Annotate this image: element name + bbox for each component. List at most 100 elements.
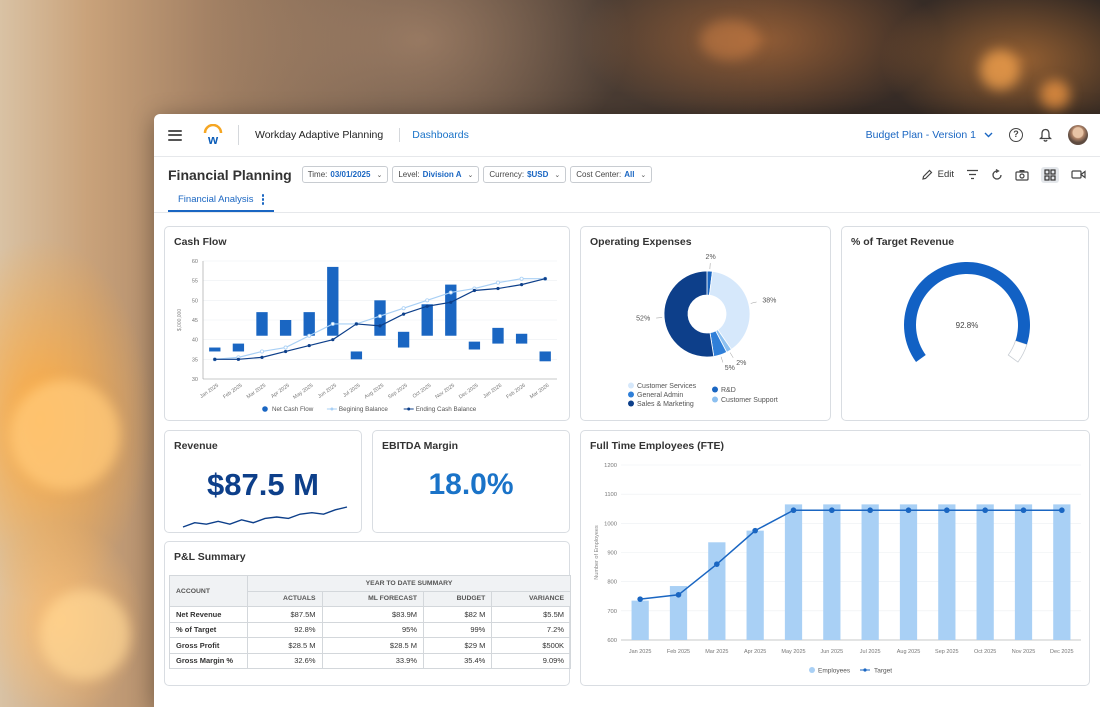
bar-net-cash-flow <box>279 320 292 336</box>
camera-icon[interactable] <box>1015 169 1029 181</box>
filter-icon[interactable] <box>966 169 979 180</box>
point-ending-cash-balance <box>402 312 406 316</box>
bar-employees <box>631 600 649 640</box>
filter-cost-center[interactable]: Cost Center: All ⌄ <box>570 166 653 183</box>
table-row[interactable]: Gross Profit $28.5 M $28.5 M $29 M $500K <box>169 637 571 654</box>
bell-icon[interactable] <box>1039 128 1052 142</box>
chevron-down-icon: ⌄ <box>467 171 474 179</box>
gauge-value-label: 92.8% <box>956 321 979 330</box>
legend-label: Employees <box>818 668 851 675</box>
menu-icon[interactable] <box>168 129 182 141</box>
bar-net-cash-flow <box>539 351 551 362</box>
slice-label: 2% <box>736 360 746 367</box>
legend-label: Customer Services <box>637 383 697 390</box>
account-cell: Net Revenue <box>169 606 248 623</box>
point-begining-balance <box>283 345 288 350</box>
point-ending-cash-balance <box>307 343 311 348</box>
pencil-icon <box>921 169 932 180</box>
legend-label: Begining Balance <box>339 406 389 413</box>
legend-marker <box>628 391 634 398</box>
grid-view-button[interactable] <box>1041 166 1059 183</box>
app-window: w Workday Adaptive Planning Dashboards B… <box>154 114 1100 707</box>
filter-value: Division A <box>422 170 462 179</box>
value-cell: $500K <box>491 637 571 654</box>
point-ending-cash-balance <box>496 286 500 291</box>
filter-level[interactable]: Level: Division A ⌄ <box>392 166 480 183</box>
group-header: YEAR TO DATE SUMMARY <box>247 575 571 592</box>
cash-flow-chart: 30354045505560$,000,000Jan 2025 Feb 2025 M… <box>177 259 557 413</box>
value-cell: $82 M <box>423 606 493 623</box>
point-ending-cash-balance <box>378 324 382 328</box>
point-begining-balance <box>448 290 453 295</box>
y-tick-label: 1100 <box>605 492 617 498</box>
dashboards-link[interactable]: Dashboards <box>412 129 469 141</box>
point-target <box>1020 507 1027 514</box>
tab-bar: Financial Analysis <box>154 187 1100 213</box>
y-tick-label: 40 <box>192 338 198 344</box>
bar-net-cash-flow <box>397 331 410 348</box>
x-tick-label: May 2025 <box>781 649 805 655</box>
refresh-icon[interactable] <box>991 168 1003 181</box>
tab-financial-analysis[interactable]: Financial Analysis <box>168 194 275 212</box>
value-cell: 95% <box>321 621 425 638</box>
column-header: VARIANCE <box>491 590 571 607</box>
filter-currency[interactable]: Currency: $USD ⌄ <box>483 166 567 183</box>
value-cell: $29 M <box>423 637 493 654</box>
workday-logo[interactable]: w <box>202 124 224 146</box>
gauge-track <box>1007 340 1028 363</box>
filter-value: 03/01/2025 <box>330 170 371 179</box>
point-ending-cash-balance <box>425 304 429 308</box>
point-begining-balance <box>260 349 265 354</box>
plan-label: Budget Plan - Version 1 <box>865 129 976 141</box>
video-icon[interactable] <box>1071 169 1086 180</box>
y-tick-label: 50 <box>192 298 198 304</box>
y-tick-label: 60 <box>192 259 198 265</box>
y-tick-label: 1200 <box>604 463 617 469</box>
revenue-card: Revenue $87.5 M <box>164 430 362 533</box>
help-icon[interactable]: ? <box>1009 128 1023 142</box>
slice-label: 52% <box>636 316 650 323</box>
svg-text:w: w <box>207 132 219 146</box>
slice <box>663 270 715 358</box>
edit-button[interactable]: Edit <box>921 169 954 181</box>
filter-label: Cost Center: <box>576 170 622 179</box>
bar-employees <box>784 504 803 640</box>
table-row[interactable]: Gross Margin % 32.6% 33.9% 35.4% 9.09% <box>169 652 571 669</box>
kebab-menu-icon[interactable] <box>261 194 265 205</box>
table-row[interactable]: % of Target 92.8% 95% 99% 7.2% <box>169 621 571 638</box>
value-cell: 33.9% <box>321 652 425 669</box>
bar-net-cash-flow <box>303 312 315 336</box>
account-header: ACCOUNT <box>169 575 248 607</box>
point-ending-cash-balance <box>543 277 547 281</box>
point-ending-cash-balance <box>331 338 335 342</box>
sparkline <box>182 506 348 528</box>
background-bokeh <box>1040 80 1070 110</box>
operating-expenses-chart: 2%38%2%5%52%Customer ServicesR&DGeneral … <box>628 254 778 408</box>
x-tick-label: Jun 2025 <box>821 649 844 655</box>
x-tick-label: Jan 2025 <box>199 383 220 400</box>
background-bokeh <box>980 50 1020 90</box>
table-row[interactable]: Net Revenue $87.5M $83.9M $82 M $5.5M <box>169 606 571 623</box>
point-target <box>944 507 950 514</box>
y-tick-label: 800 <box>607 580 617 586</box>
filter-time[interactable]: Time: 03/01/2025 ⌄ <box>301 166 389 183</box>
background-bokeh <box>40 590 130 680</box>
point-target <box>637 596 643 602</box>
slice-leader <box>750 301 757 304</box>
card-title: P&L Summary <box>174 551 246 563</box>
tab-label: Financial Analysis <box>178 194 254 205</box>
point-target <box>752 527 758 534</box>
point-ending-cash-balance <box>236 357 240 361</box>
column-header: BUDGET <box>423 590 493 607</box>
pl-table: ACCOUNT YEAR TO DATE SUMMARY ACTUALS ML … <box>169 575 571 669</box>
x-tick-label: Jun 2025 <box>317 383 338 400</box>
account-cell: % of Target <box>169 621 248 638</box>
target-revenue-card: % of Target Revenue 92.8% <box>841 226 1089 421</box>
avatar[interactable] <box>1068 125 1088 145</box>
bar-employees <box>708 542 726 640</box>
point-ending-cash-balance <box>213 357 217 361</box>
plan-selector[interactable]: Budget Plan - Version 1 <box>866 129 993 141</box>
x-tick-label: Sep 2025 <box>935 649 959 655</box>
filter-label: Currency: <box>489 170 525 179</box>
legend-label: Customer Support <box>721 397 778 404</box>
